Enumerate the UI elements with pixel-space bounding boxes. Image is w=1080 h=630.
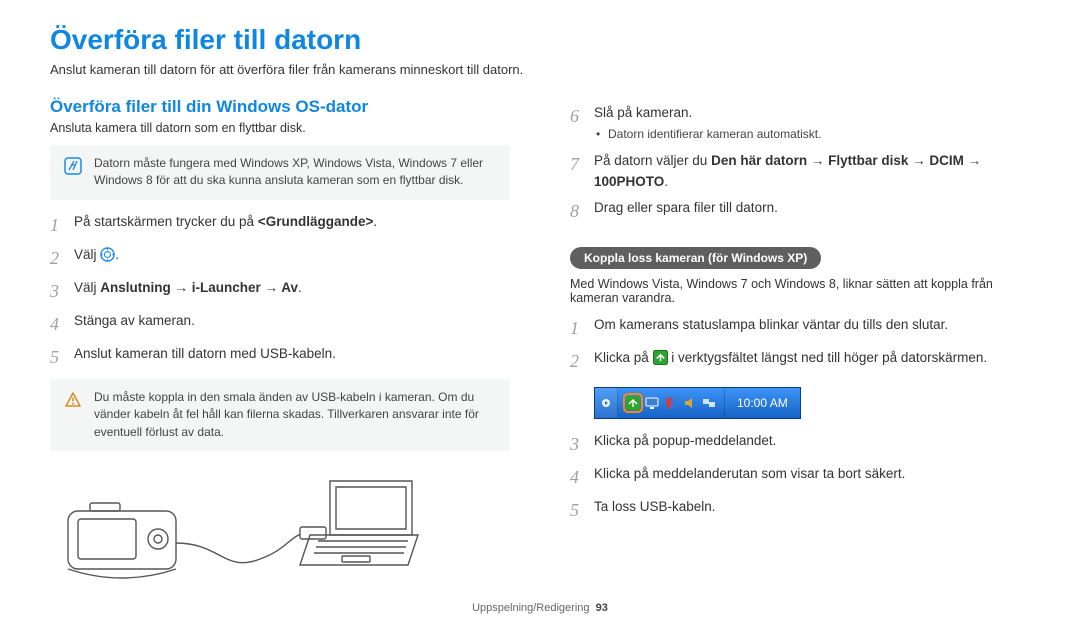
page-intro: Anslut kameran till datorn för att överf… — [50, 62, 1030, 77]
page-title: Överföra filer till datorn — [50, 24, 1030, 56]
step-num-5: 5 — [50, 344, 74, 371]
step-1: På startskärmen trycker du på <Grundlägg… — [74, 212, 510, 232]
info-note: Datorn måste fungera med Windows XP, Win… — [50, 145, 510, 200]
step-num-2: 2 — [50, 245, 74, 272]
disc-num-3: 3 — [570, 431, 594, 458]
disc-num-2: 2 — [570, 348, 594, 375]
step-num-4: 4 — [50, 311, 74, 338]
info-note-text: Datorn måste fungera med Windows XP, Win… — [94, 155, 496, 190]
warning-note: Du måste koppla in den smala änden av US… — [50, 379, 510, 451]
camera-laptop-illustration — [50, 463, 510, 588]
step-num-3: 3 — [50, 278, 74, 305]
disconnect-header-pill: Koppla loss kameran (för Windows XP) — [570, 247, 821, 269]
section-header-windows: Överföra filer till din Windows OS-dator — [50, 97, 510, 117]
step-2: Välj . — [74, 245, 510, 265]
monitor-icon[interactable] — [645, 396, 659, 410]
step-3: Välj Anslutning → i-Launcher → Av. — [74, 278, 510, 298]
safely-remove-icon[interactable] — [626, 396, 640, 410]
pill-after-text: Med Windows Vista, Windows 7 och Windows… — [570, 277, 1030, 305]
steps-left: 1 På startskärmen trycker du på <Grundlä… — [50, 212, 510, 371]
step-7: På datorn väljer du Den här datorn → Fly… — [594, 151, 1030, 192]
network-icon[interactable] — [702, 396, 716, 410]
windows-taskbar: 10:00 AM — [594, 387, 801, 419]
taskbar-clock[interactable]: 10:00 AM — [724, 388, 800, 418]
left-subtext: Ansluta kamera till datorn som en flyttb… — [50, 121, 510, 135]
page-footer: Uppspelning/Redigering 93 — [0, 602, 1080, 614]
disc-step-4: Klicka på meddelanderutan som visar ta b… — [594, 464, 1030, 484]
disc-num-4: 4 — [570, 464, 594, 491]
info-icon — [64, 157, 82, 175]
eject-tray-icon — [653, 350, 668, 365]
disconnect-steps: 1 Om kamerans statuslampa blinkar väntar… — [570, 315, 1030, 375]
disc-step-1: Om kamerans statuslampa blinkar väntar d… — [594, 315, 1030, 335]
volume-icon[interactable] — [683, 396, 697, 410]
step-num-6: 6 — [570, 103, 594, 130]
taskbar-expand-icon[interactable] — [595, 388, 618, 418]
step-num-7: 7 — [570, 151, 594, 178]
settings-mode-icon — [100, 247, 115, 262]
disc-num-5: 5 — [570, 497, 594, 524]
right-column: 6 Slå på kameran. Datorn identifierar ka… — [570, 97, 1030, 588]
step-num-1: 1 — [50, 212, 74, 239]
disc-step-2: Klicka på i verktygsfältet längst ned ti… — [594, 348, 1030, 368]
step-8: Drag eller spara filer till datorn. — [594, 198, 1030, 218]
disconnect-steps-cont: 3 Klicka på popup-meddelandet. 4 Klicka … — [570, 431, 1030, 524]
step-num-8: 8 — [570, 198, 594, 225]
step-4: Stänga av kameran. — [74, 311, 510, 331]
warning-icon — [64, 391, 82, 409]
step-5: Anslut kameran till datorn med USB-kabel… — [74, 344, 510, 364]
step-6-sub: Datorn identifierar kameran automatiskt. — [594, 125, 1030, 143]
left-column: Överföra filer till din Windows OS-dator… — [50, 97, 510, 588]
shield-icon[interactable] — [664, 396, 678, 410]
warning-text: Du måste koppla in den smala änden av US… — [94, 389, 496, 441]
disc-num-1: 1 — [570, 315, 594, 342]
steps-right: 6 Slå på kameran. Datorn identifierar ka… — [570, 103, 1030, 225]
step-6: Slå på kameran. Datorn identifierar kame… — [594, 103, 1030, 145]
disc-step-3: Klicka på popup-meddelandet. — [594, 431, 1030, 451]
disc-step-5: Ta loss USB-kabeln. — [594, 497, 1030, 517]
